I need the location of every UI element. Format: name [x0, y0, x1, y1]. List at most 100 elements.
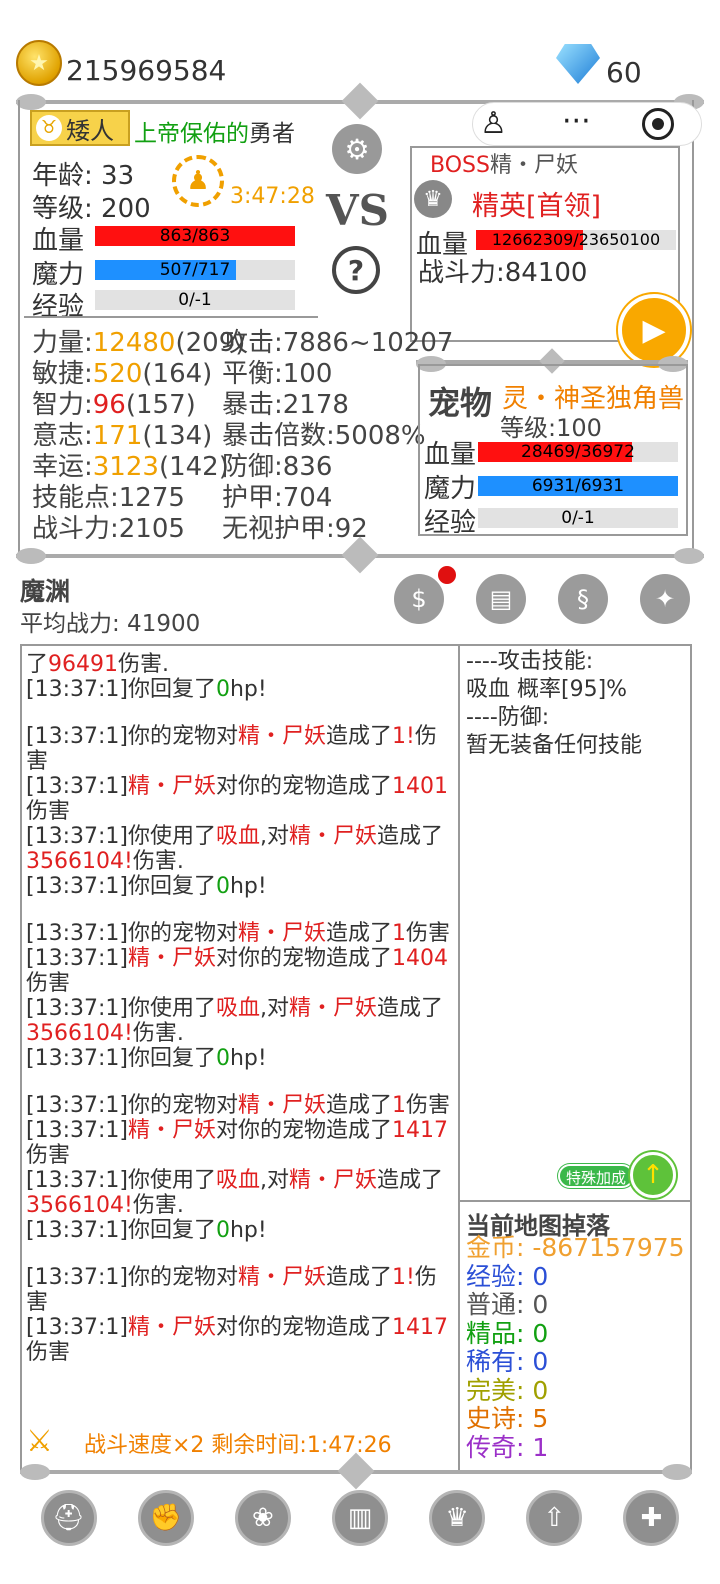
fist-icon[interactable]: ✊ [137, 1490, 194, 1546]
close-miniprogram-icon[interactable] [642, 108, 674, 140]
battle-log[interactable]: 了96491伤害. [13:37:1]你回复了0hp! [13:37:1]你的宠物… [26, 648, 454, 1428]
level-value: 200 [101, 194, 151, 224]
player-mp-text: 507/717 [159, 260, 231, 280]
defense-skill: 暂无装备任何技能 [466, 733, 643, 758]
boss-hp-bar: 12662309/23650100 [476, 230, 676, 250]
settings-gear-icon[interactable]: ⚙ [332, 124, 382, 174]
pet-mp-text: 6931/6931 [531, 476, 625, 496]
shop-icon[interactable]: $ [394, 574, 444, 624]
log-line: [13:37:1]精・尸妖对你的宠物造成了1404伤害 [26, 946, 449, 996]
log-line: [13:37:1]你回复了0hp! [26, 1046, 267, 1071]
drop-item: 传奇: 1 [466, 1432, 549, 1462]
drop-item: 精品: 0 [466, 1318, 549, 1348]
helmet-icon[interactable]: ⛑ [40, 1490, 97, 1546]
player-hp-bar: 863/863 [95, 226, 295, 246]
drops-list: 金币: -867157975 经验: 0 普通: 0 精品: 0 稀有: 0 完美: 0史… [466, 1233, 685, 1462]
scroll-icon[interactable]: § [558, 574, 608, 624]
race-icon: ♉ [36, 115, 62, 141]
log-line: [13:37:1]你使用了吸血,对精・尸妖造成了3566104!伤害. [26, 824, 444, 874]
gold-amount: 215969584 [66, 54, 227, 87]
boss-header: BOSS精・尸妖 [430, 147, 578, 179]
upgrade-icon[interactable]: ⇧ [526, 1490, 583, 1546]
notification-dot [438, 566, 456, 584]
log-divider [458, 644, 460, 1472]
crown-icon[interactable]: ♛ [429, 1490, 486, 1546]
log-line: [13:37:1]精・尸妖对你的宠物造成了1401伤害 [26, 774, 449, 824]
special-bonus-up-icon[interactable]: ↑ [630, 1152, 676, 1198]
drag-handle-icon[interactable]: ♙ [480, 106, 507, 141]
boss-hp-text: 12662309/23650100 [491, 230, 661, 249]
player-exp-bar: 0/-1 [95, 290, 295, 310]
pet-label: 宠物 [428, 384, 493, 422]
help-icon[interactable]: ? [332, 246, 380, 294]
stat-luck: 幸运:3123(142) [32, 452, 229, 482]
log-line: [13:37:1]你使用了吸血,对精・尸妖造成了3566104!伤害. [26, 996, 444, 1046]
log-line: [13:37:1]你的宠物对精・尸妖造成了1伤害 [26, 1093, 451, 1118]
timer-value: 3:47:28 [230, 184, 315, 209]
drops-divider [460, 1200, 692, 1202]
stat-intelligence: 智力:96(157) [32, 390, 196, 420]
book-icon[interactable]: ▥ [331, 1490, 388, 1546]
defense-skill-header: ----防御: [466, 705, 550, 730]
special-bonus-badge: 特殊加成 [558, 1164, 635, 1188]
panel-bottom-ornament [16, 536, 704, 574]
more-icon[interactable]: ··· [562, 104, 591, 139]
race-name: 矮人 [66, 116, 114, 145]
hp-label: 血量 [32, 226, 85, 256]
log-block: [13:37:1]你的宠物对精・尸妖造成了1!伤害 [13:37:1]精・尸妖对你… [26, 724, 454, 899]
paw-icon[interactable]: ❀ [234, 1490, 291, 1546]
stat-will: 意志:171(134) [32, 421, 213, 451]
log-line: [13:37:1]你回复了0hp! [26, 874, 267, 899]
boss-crown-icon: ♛ [414, 180, 452, 218]
diamond-icon [556, 44, 600, 84]
log-block: [13:37:1]你的宠物对精・尸妖造成了1伤害 [13:37:1]精・尸妖对你的… [26, 1093, 454, 1243]
stat-strength: 力量:12480(209) [32, 328, 246, 358]
plus-icon[interactable]: ✚ [623, 1490, 680, 1546]
drop-item: 稀有: 0 [466, 1347, 549, 1376]
pet-hp-bar: 28469/36972 [478, 442, 678, 462]
battle-speed: 战斗速度×2 剩余时间:1:47:26 [84, 1433, 392, 1458]
muscle-icon[interactable]: ✦ [640, 574, 690, 624]
attack-skill: 吸血 概率[95]% [466, 677, 628, 702]
log-bottom-ornament [20, 1452, 692, 1490]
drop-item: 完美: 0 [466, 1375, 549, 1405]
log-block: [13:37:1]你回复了0hp! [26, 677, 454, 702]
boss-power: 战斗力:84100 [418, 258, 588, 288]
stat-attack: 攻击:7886~10207 [222, 328, 454, 358]
level-up-timer-icon[interactable]: ♟ [172, 155, 224, 207]
age-label: 年龄: [32, 161, 93, 191]
pet-hp-label: 血量 [424, 440, 477, 470]
pet-mp-bar: 6931/6931 [478, 476, 678, 496]
title-hero: 勇者 [249, 121, 295, 147]
player-exp-text: 0/-1 [178, 290, 212, 310]
stat-combat-power: 战斗力:2105 [32, 514, 185, 544]
drop-item: 普通: 0 [466, 1290, 549, 1319]
player-title: 上帝保佑的勇者 [134, 114, 295, 148]
drop-item: 金币: -867157975 [466, 1233, 685, 1262]
boss-rank: 精英[首领] [472, 191, 602, 222]
log-line: [13:37:1]你回复了0hp! [26, 677, 267, 702]
player-divider [24, 316, 318, 318]
title-blessed: 上帝保佑的 [134, 121, 249, 147]
boss-name: 精・尸妖 [489, 153, 578, 178]
age-row: 年龄: 33 [32, 155, 134, 192]
player-mp-bar: 507/717 [95, 260, 295, 280]
drop-item: 经验: 0 [466, 1261, 549, 1291]
pet-exp-text: 0/-1 [561, 508, 595, 528]
map-icon[interactable]: ▤ [476, 574, 526, 624]
area-avg-power: 平均战力: 41900 [20, 611, 201, 637]
boss-tag: BOSS [430, 153, 490, 178]
player-hp-text: 863/863 [159, 226, 231, 246]
speed-icon: ⚔ [26, 1424, 53, 1459]
vs-label: VS [326, 186, 389, 235]
log-line: 了96491伤害. [26, 652, 170, 677]
pet-hp-text: 28469/36972 [521, 442, 635, 462]
age-value: 33 [101, 161, 135, 191]
log-line: [13:37:1]精・尸妖对你的宠物造成了1417伤害 [26, 1118, 449, 1168]
log-block: [13:37:1]你的宠物对精・尸妖造成了1!伤害 [13:37:1]精・尸妖对你… [26, 1265, 454, 1365]
pet-exp-bar: 0/-1 [478, 508, 678, 528]
log-line: [13:37:1]你的宠物对精・尸妖造成了1!伤害 [26, 1265, 437, 1315]
log-line: [13:37:1]你的宠物对精・尸妖造成了1伤害 [26, 921, 451, 946]
race-badge: ♉ 矮人 [30, 110, 130, 146]
log-line: [13:37:1]你回复了0hp! [26, 1218, 267, 1243]
